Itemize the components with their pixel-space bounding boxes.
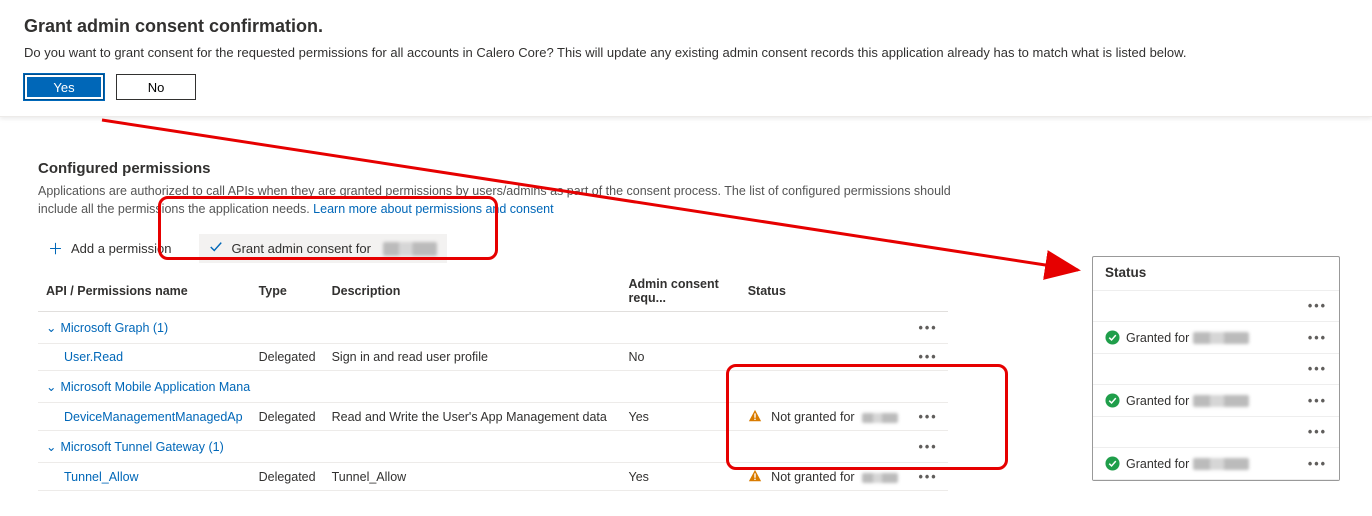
permission-row: User.Read Delegated Sign in and read use… (38, 344, 948, 371)
chevron-down-icon: ⌄ (46, 379, 56, 394)
status-panel-heading: Status (1093, 257, 1339, 291)
more-icon[interactable]: ••• (908, 431, 948, 463)
permission-status: Not granted for (740, 403, 908, 431)
status-row: Granted for ••• (1093, 448, 1339, 480)
permission-desc: Read and Write the User's App Management… (324, 403, 621, 431)
more-icon[interactable]: ••• (1308, 394, 1327, 408)
status-row: x••• (1093, 291, 1339, 322)
permission-desc: Sign in and read user profile (324, 344, 621, 371)
permission-type: Delegated (251, 344, 324, 371)
success-icon (1105, 456, 1126, 471)
status-text: Granted for (1126, 331, 1189, 345)
status-row: x••• (1093, 354, 1339, 385)
redacted-tenant-name (1193, 332, 1249, 344)
status-row: Granted for ••• (1093, 322, 1339, 354)
permission-desc: Tunnel_Allow (324, 463, 621, 491)
warning-icon (748, 410, 768, 424)
permission-link[interactable]: User.Read (46, 350, 123, 364)
more-icon[interactable]: ••• (1308, 331, 1327, 345)
dialog-title: Grant admin consent confirmation. (24, 16, 1348, 37)
col-admin: Admin consent requ... (621, 271, 740, 312)
more-icon[interactable]: ••• (908, 312, 948, 344)
permission-link[interactable]: Tunnel_Allow (46, 470, 139, 484)
status-text: Granted for (1126, 457, 1189, 471)
more-icon[interactable]: ••• (908, 344, 948, 371)
api-group-name[interactable]: Microsoft Graph (1) (60, 321, 168, 335)
section-title: Configured permissions (38, 160, 1372, 177)
consent-dialog: Grant admin consent confirmation. Do you… (0, 0, 1372, 117)
plus-icon: ＋ (48, 238, 63, 259)
col-api: API / Permissions name (38, 271, 251, 312)
more-icon[interactable]: ••• (1308, 362, 1327, 376)
status-row: Granted for ••• (1093, 385, 1339, 417)
permission-row: DeviceManagementManagedAp Delegated Read… (38, 403, 948, 431)
redacted-tenant-name (862, 473, 898, 483)
more-icon[interactable]: ••• (1308, 457, 1327, 471)
grant-admin-consent-button[interactable]: Grant admin consent for (199, 234, 446, 263)
status-text: Not granted for (771, 410, 854, 424)
more-icon[interactable]: ••• (1308, 299, 1327, 313)
permission-link[interactable]: DeviceManagementManagedAp (46, 410, 243, 424)
status-text: Not granted for (771, 470, 854, 484)
dialog-button-row: Yes No (24, 74, 1348, 100)
permission-status: Not granted for (740, 463, 908, 491)
redacted-tenant-name (1193, 458, 1249, 470)
permission-type: Delegated (251, 403, 324, 431)
dialog-body: Do you want to grant consent for the req… (24, 45, 1348, 60)
api-group-name[interactable]: Microsoft Mobile Application Mana (60, 380, 250, 394)
permission-admin: Yes (621, 463, 740, 491)
no-button[interactable]: No (116, 74, 196, 100)
redacted-tenant-name (383, 242, 437, 256)
col-type: Type (251, 271, 324, 312)
section-description: Applications are authorized to call APIs… (38, 183, 958, 218)
api-group-row[interactable]: ⌄ Microsoft Mobile Application Mana (38, 371, 948, 403)
api-group-name[interactable]: Microsoft Tunnel Gateway (1) (60, 440, 223, 454)
warning-icon (748, 470, 768, 484)
add-permission-button[interactable]: ＋ Add a permission (38, 232, 181, 265)
api-group-row[interactable]: ⌄ Microsoft Tunnel Gateway (1) ••• (38, 431, 948, 463)
status-text: Granted for (1126, 394, 1189, 408)
permission-admin: No (621, 344, 740, 371)
chevron-down-icon: ⌄ (46, 439, 56, 454)
api-group-row[interactable]: ⌄ Microsoft Graph (1) ••• (38, 312, 948, 344)
redacted-tenant-name (862, 413, 898, 423)
more-icon[interactable]: ••• (908, 463, 948, 491)
check-icon (209, 240, 223, 257)
more-icon[interactable]: ••• (1308, 425, 1327, 439)
permissions-table: API / Permissions name Type Description … (38, 271, 948, 491)
learn-more-link[interactable]: Learn more about permissions and consent (313, 202, 553, 216)
status-result-panel: Status x••• Granted for ••• x••• Granted… (1092, 256, 1340, 481)
success-icon (1105, 393, 1126, 408)
success-icon (1105, 330, 1126, 345)
yes-button[interactable]: Yes (24, 74, 104, 100)
more-icon[interactable]: ••• (908, 403, 948, 431)
permission-type: Delegated (251, 463, 324, 491)
status-row: x••• (1093, 417, 1339, 448)
permission-row: Tunnel_Allow Delegated Tunnel_Allow Yes … (38, 463, 948, 491)
chevron-down-icon: ⌄ (46, 320, 56, 335)
permission-status (740, 344, 908, 371)
table-header-row: API / Permissions name Type Description … (38, 271, 948, 312)
permission-admin: Yes (621, 403, 740, 431)
col-desc: Description (324, 271, 621, 312)
col-status: Status (740, 271, 908, 312)
redacted-tenant-name (1193, 395, 1249, 407)
grant-consent-label: Grant admin consent for (231, 241, 370, 256)
add-permission-label: Add a permission (71, 241, 171, 256)
